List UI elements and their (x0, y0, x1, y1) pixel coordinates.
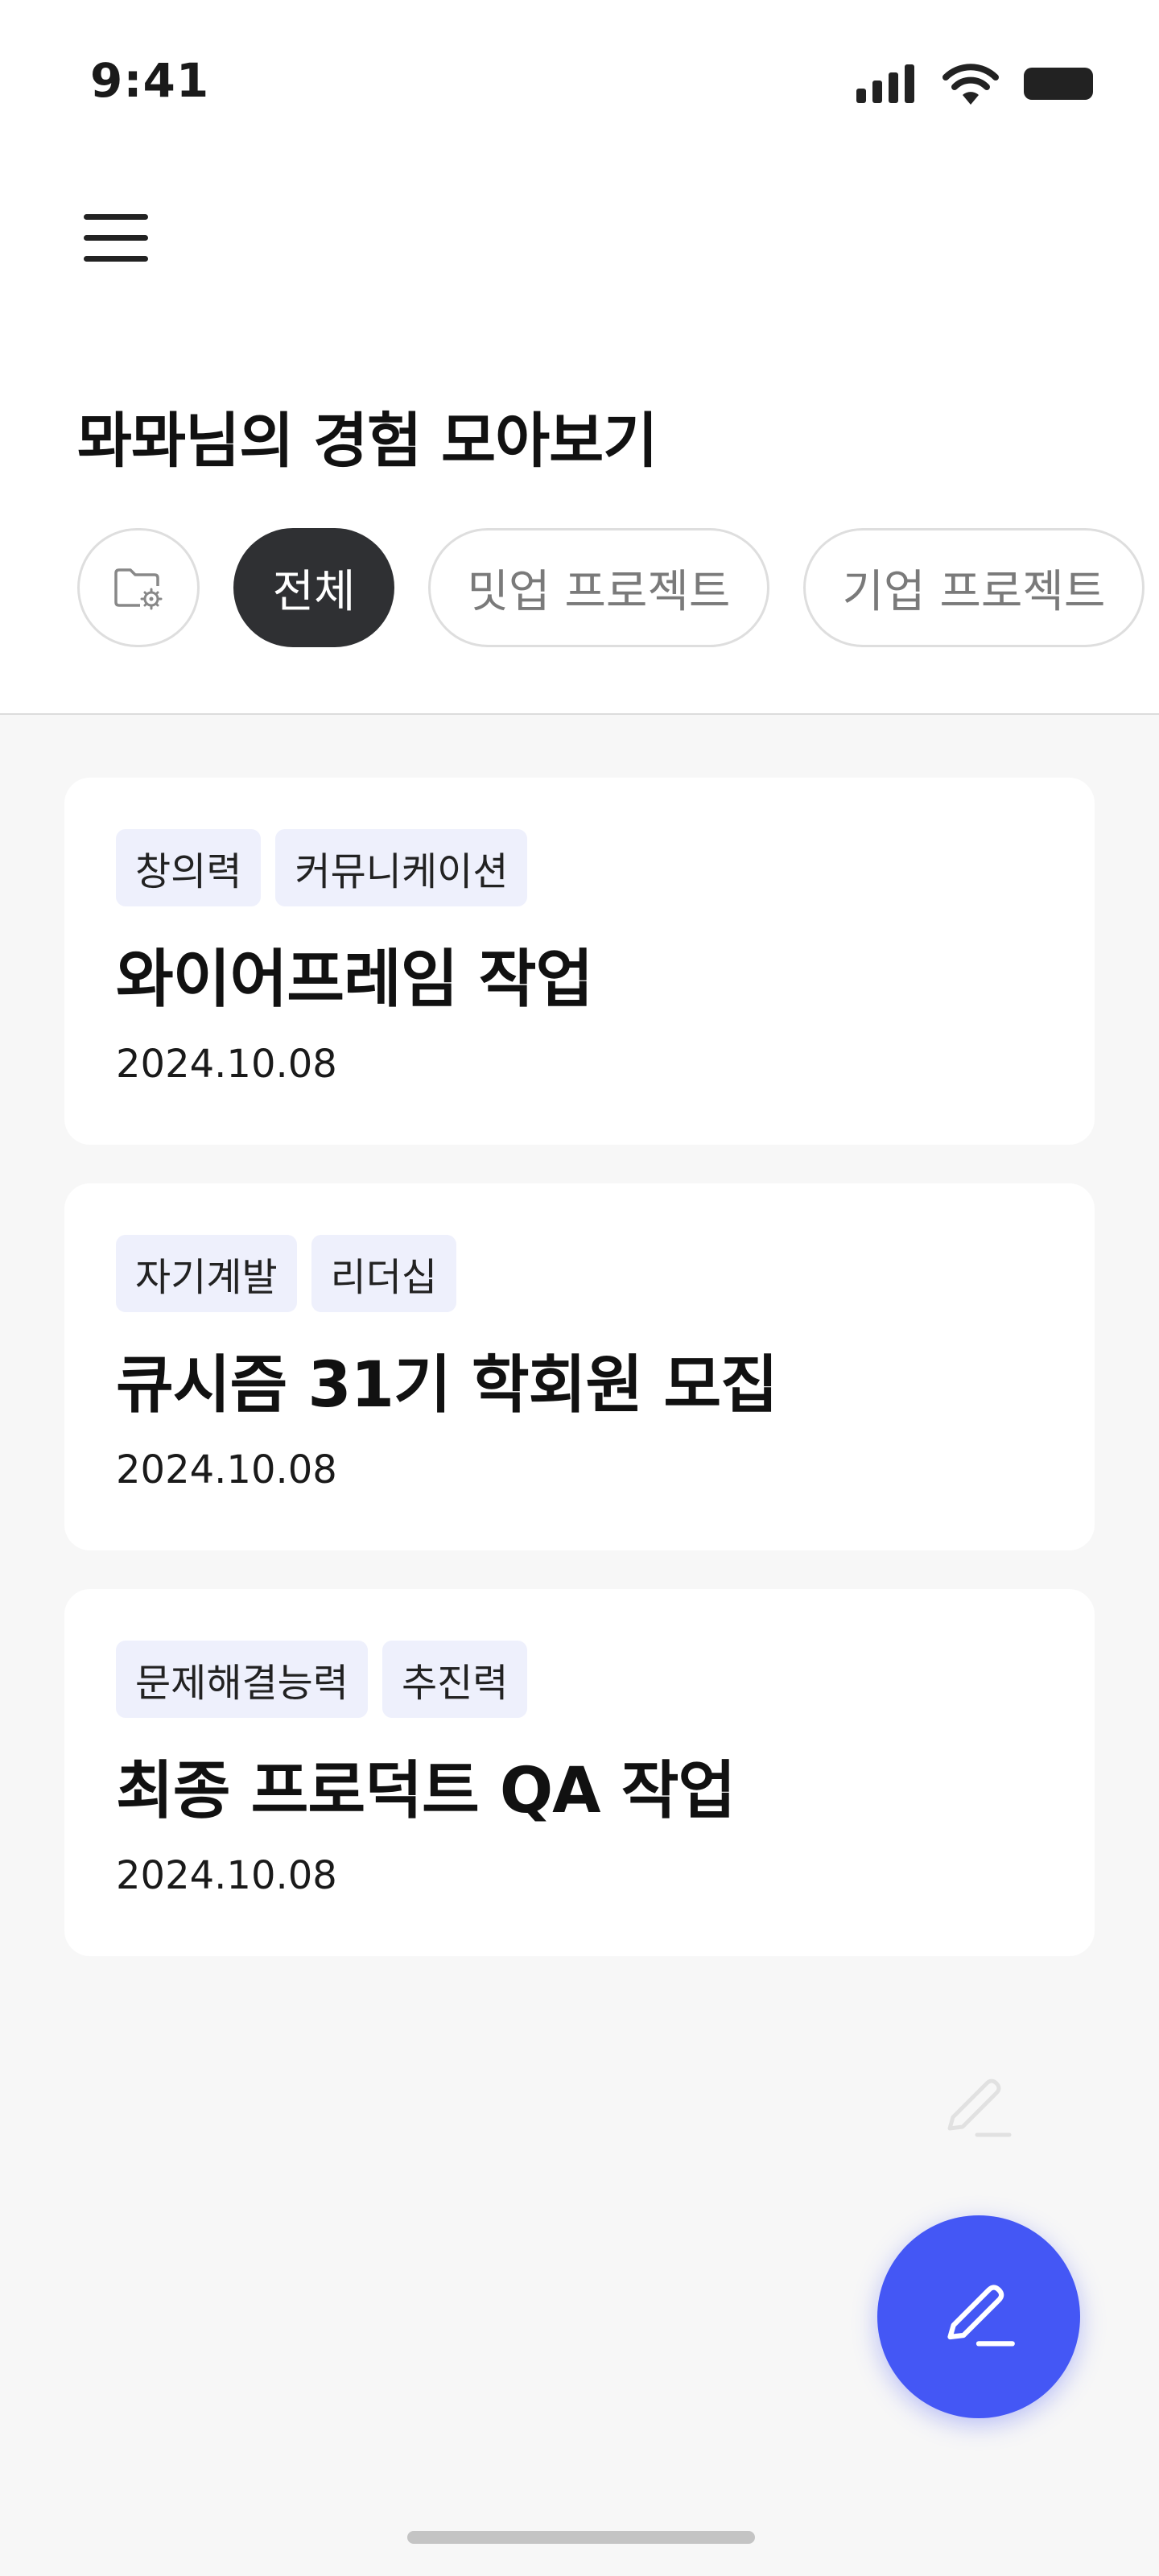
menu-line (84, 214, 148, 220)
tag-list: 창의력 커뮤니케이션 (116, 829, 1043, 906)
menu-line (84, 235, 148, 241)
hamburger-menu-icon[interactable] (80, 211, 151, 264)
battery-icon (1024, 68, 1093, 100)
tag: 커뮤니케이션 (275, 829, 528, 906)
experience-list: 창의력 커뮤니케이션 와이어프레임 작업 2024.10.08 자기계발 리더십… (64, 778, 1095, 1995)
experience-title: 최종 프로덕트 QA 작업 (116, 1755, 736, 1827)
experience-title: 와이어프레임 작업 (116, 943, 593, 1016)
status-icons (856, 63, 1093, 105)
tag: 추진력 (382, 1641, 528, 1718)
menu-line (84, 256, 148, 262)
tag-list: 자기계발 리더십 (116, 1235, 1043, 1312)
write-experience-button[interactable] (877, 2215, 1080, 2418)
tag: 자기계발 (116, 1235, 297, 1312)
home-indicator (407, 2531, 755, 2544)
tag: 창의력 (116, 829, 262, 906)
status-time: 9:41 (90, 53, 210, 108)
experience-date: 2024.10.08 (116, 1853, 337, 1898)
experience-card[interactable]: 문제해결능력 추진력 최종 프로덕트 QA 작업 2024.10.08 (64, 1589, 1095, 1956)
tag-list: 문제해결능력 추진력 (116, 1641, 1043, 1718)
experience-title: 큐시즘 31기 학회원 모집 (116, 1349, 778, 1422)
filter-chip-all[interactable]: 전체 (233, 528, 394, 647)
pencil-icon (947, 2285, 1015, 2347)
wifi-icon (942, 64, 999, 105)
tag: 리더십 (311, 1235, 457, 1312)
experience-date: 2024.10.08 (116, 1447, 337, 1492)
tag: 문제해결능력 (116, 1641, 368, 1718)
experience-card[interactable]: 자기계발 리더십 큐시즘 31기 학회원 모집 2024.10.08 (64, 1183, 1095, 1550)
experience-date: 2024.10.08 (116, 1042, 337, 1087)
folder-settings-button[interactable] (77, 528, 200, 647)
cellular-signal-icon (856, 64, 914, 103)
filter-chip-company-project[interactable]: 기업 프로젝트 (803, 528, 1145, 647)
faint-pencil-icon (947, 2079, 1012, 2137)
filter-chips: 전체 밋업 프로젝트 기업 프로젝트 (77, 528, 1145, 647)
filter-chip-meetup-project[interactable]: 밋업 프로젝트 (428, 528, 769, 647)
page-title: 뫄뫄님의 경험 모아보기 (77, 407, 658, 476)
folder-settings-icon (114, 568, 163, 610)
experience-card[interactable]: 창의력 커뮤니케이션 와이어프레임 작업 2024.10.08 (64, 778, 1095, 1145)
header-area: 9:41 뫄뫄님의 경험 모아보기 전체 밋업 프로젝트 기업 프로젝트 (0, 0, 1159, 715)
